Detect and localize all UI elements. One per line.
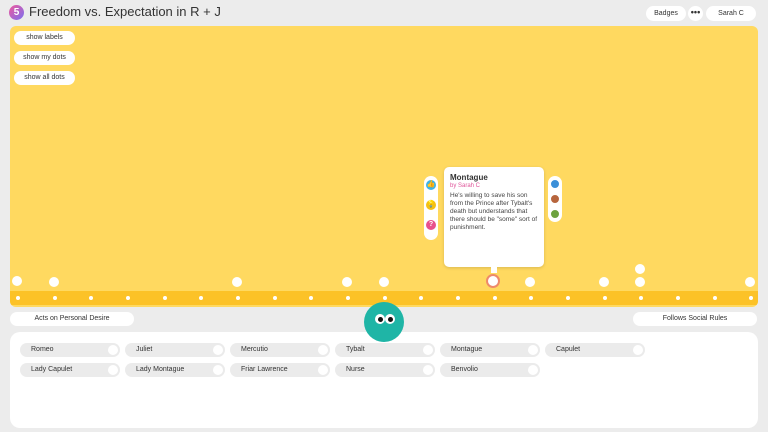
- character-chip-tybalt[interactable]: Tybalt: [335, 343, 435, 357]
- character-chip-knob[interactable]: [423, 345, 433, 355]
- character-chip-label: Benvolio: [451, 366, 478, 373]
- track-tick: [126, 296, 130, 300]
- track-tick: [53, 296, 57, 300]
- show-my-dots-button[interactable]: show my dots: [14, 51, 75, 65]
- response-dot[interactable]: [379, 277, 389, 287]
- track-tick: [273, 296, 277, 300]
- response-dot[interactable]: [12, 276, 22, 286]
- character-chip-label: Mercutio: [241, 346, 268, 353]
- response-actions: 👍 💡 ?: [424, 176, 438, 240]
- track-tick: [639, 296, 643, 300]
- track-tick: [199, 296, 203, 300]
- character-chip-label: Lady Capulet: [31, 366, 73, 373]
- character-chip-label: Lady Montague: [136, 366, 185, 373]
- character-chip-knob[interactable]: [318, 345, 328, 355]
- activity-title: Freedom vs. Expectation in R + J: [29, 4, 221, 19]
- character-chip-montague[interactable]: Montague: [440, 343, 540, 357]
- response-dot[interactable]: [635, 277, 645, 287]
- track-tick: [566, 296, 570, 300]
- user-menu-button[interactable]: Sarah C: [706, 6, 756, 21]
- axis-left-label: Acts on Personal Desire: [10, 312, 134, 326]
- app-header: 5 Freedom vs. Expectation in R + J Badge…: [0, 0, 768, 24]
- character-chip-label: Romeo: [31, 346, 54, 353]
- track-tick: [16, 296, 20, 300]
- response-card-author: by Sarah C: [450, 183, 481, 189]
- character-chip-knob[interactable]: [528, 365, 538, 375]
- track-tick: [346, 296, 350, 300]
- response-card: Montague by Sarah C He's willing to save…: [444, 167, 544, 267]
- mascot-eye: [385, 314, 395, 324]
- character-chip-juliet[interactable]: Juliet: [125, 343, 225, 357]
- character-chip-knob[interactable]: [213, 345, 223, 355]
- show-labels-button[interactable]: show labels: [14, 31, 75, 45]
- response-dot[interactable]: [232, 277, 242, 287]
- badges-button[interactable]: Badges: [646, 6, 686, 21]
- character-chip-lady-capulet[interactable]: Lady Capulet: [20, 363, 120, 377]
- response-dot[interactable]: [49, 277, 59, 287]
- character-chip-knob[interactable]: [528, 345, 538, 355]
- character-chip-friar-lawrence[interactable]: Friar Lawrence: [230, 363, 330, 377]
- character-chip-label: Nurse: [346, 366, 365, 373]
- track-tick: [419, 296, 423, 300]
- mascot-eye: [375, 314, 385, 324]
- character-chip-label: Juliet: [136, 346, 153, 353]
- track-tick: [89, 296, 93, 300]
- avatar-green-icon[interactable]: [550, 209, 560, 219]
- response-card-title: Montague: [450, 173, 488, 182]
- track-tick: [163, 296, 167, 300]
- lightbulb-icon[interactable]: 💡: [426, 200, 436, 210]
- response-dot[interactable]: [599, 277, 609, 287]
- character-chip-label: Montague: [451, 346, 483, 353]
- track-tick: [383, 296, 387, 300]
- response-dot[interactable]: [342, 277, 352, 287]
- response-dot[interactable]: [635, 264, 645, 274]
- track-tick: [603, 296, 607, 300]
- character-chip-capulet[interactable]: Capulet: [545, 343, 645, 357]
- app-logo-icon[interactable]: 5: [9, 5, 24, 20]
- axis-right-label: Follows Social Rules: [633, 312, 757, 326]
- track-tick: [236, 296, 240, 300]
- character-chip-benvolio[interactable]: Benvolio: [440, 363, 540, 377]
- character-panel: Romeo Juliet Mercutio Tybalt Montague Ca…: [10, 332, 758, 428]
- track-tick: [309, 296, 313, 300]
- question-icon[interactable]: ?: [426, 220, 436, 230]
- track-tick: [749, 296, 753, 300]
- track-tick: [493, 296, 497, 300]
- responder-avatars: [548, 176, 562, 222]
- track-tick: [713, 296, 717, 300]
- avatar-blue-icon[interactable]: [550, 179, 560, 189]
- character-chip-label: Capulet: [556, 346, 581, 353]
- character-chip-label: Friar Lawrence: [241, 366, 288, 373]
- spectrum-canvas[interactable]: show labels show my dots show all dots 👍…: [10, 26, 758, 307]
- character-chip-lady-montague[interactable]: Lady Montague: [125, 363, 225, 377]
- character-chip-knob[interactable]: [213, 365, 223, 375]
- track-tick: [456, 296, 460, 300]
- avatar-brown-icon[interactable]: [550, 194, 560, 204]
- mascot-avatar[interactable]: [364, 302, 404, 342]
- response-card-stem: [491, 267, 497, 273]
- character-chip-label: Tybalt: [346, 346, 365, 353]
- track-tick: [529, 296, 533, 300]
- character-chip-mercutio[interactable]: Mercutio: [230, 343, 330, 357]
- character-chip-knob[interactable]: [423, 365, 433, 375]
- show-all-dots-button[interactable]: show all dots: [14, 71, 75, 85]
- character-chip-nurse[interactable]: Nurse: [335, 363, 435, 377]
- more-options-icon[interactable]: •••: [688, 6, 703, 21]
- response-dot[interactable]: [525, 277, 535, 287]
- character-chip-romeo[interactable]: Romeo: [20, 343, 120, 357]
- track-tick: [676, 296, 680, 300]
- character-chip-knob[interactable]: [318, 365, 328, 375]
- thumbs-up-icon[interactable]: 👍: [426, 180, 436, 190]
- selected-response-dot[interactable]: [486, 274, 500, 288]
- character-chip-knob[interactable]: [108, 365, 118, 375]
- response-dot[interactable]: [745, 277, 755, 287]
- response-card-text: He's willing to save his son from the Pr…: [450, 192, 537, 231]
- character-chip-knob[interactable]: [633, 345, 643, 355]
- character-chip-knob[interactable]: [108, 345, 118, 355]
